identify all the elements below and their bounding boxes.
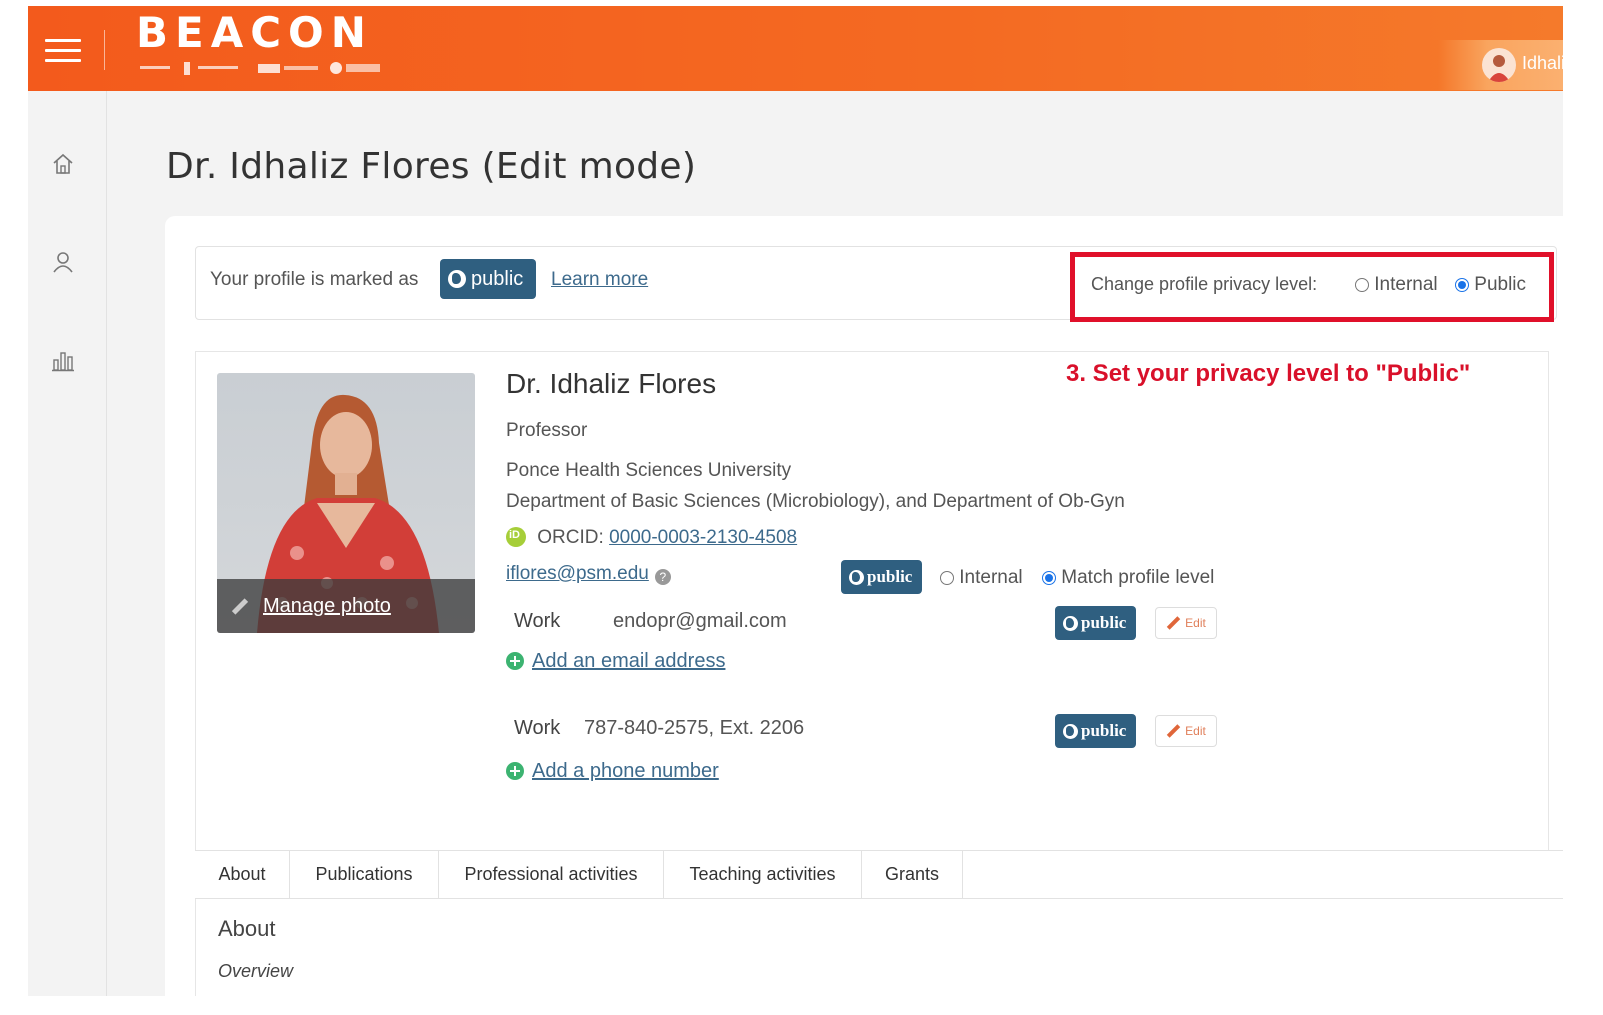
phone-work-label: Work — [514, 717, 561, 739]
user-icon[interactable] — [50, 249, 76, 275]
add-circle-icon — [506, 652, 524, 670]
email-work-badge-label: public — [1081, 613, 1127, 632]
profile-tabs: About Publications Professional activiti… — [195, 850, 1563, 899]
radio-public[interactable] — [1455, 278, 1469, 292]
privacy-badge: public — [440, 259, 536, 299]
edit-phone-label: Edit — [1185, 724, 1206, 738]
user-name: Idhaliz — [1522, 53, 1563, 73]
pencil-icon — [1166, 724, 1181, 738]
edit-phone-button[interactable]: Edit — [1155, 715, 1217, 747]
section-subtitle: Overview — [218, 961, 294, 981]
profile-title: Professor — [506, 420, 588, 441]
email-work-value: endopr@gmail.com — [613, 610, 787, 632]
avatar — [1482, 48, 1516, 82]
profile-institution: Ponce Health Sciences University — [506, 460, 792, 481]
add-phone-link[interactable]: Add a phone number — [532, 760, 719, 782]
add-email-row[interactable]: Add an email address — [506, 650, 725, 673]
beacon-logo[interactable]: BEACON — [136, 8, 373, 57]
privacy-option-public[interactable]: Public — [1455, 274, 1526, 296]
top-bar: BEACON Idhaliz — [28, 6, 1563, 91]
instruction-annotation: 3. Set your privacy level to "Public" — [1066, 360, 1471, 387]
left-sidebar — [28, 91, 107, 996]
add-email-link[interactable]: Add an email address — [532, 650, 725, 672]
primary-email-link[interactable]: iflores@psm.edu — [506, 563, 649, 584]
pencil-icon — [231, 597, 249, 615]
profile-department: Department of Basic Sciences (Microbiolo… — [506, 491, 1125, 512]
radio-email-match[interactable] — [1042, 571, 1056, 585]
profile-name: Dr. Idhaliz Flores — [506, 368, 717, 399]
hamburger-menu-icon[interactable] — [45, 39, 81, 63]
app-window: BEACON Idhaliz — [28, 6, 1563, 996]
add-circle-icon — [506, 762, 524, 780]
email-option-match[interactable]: Match profile level — [1042, 567, 1214, 589]
chart-icon[interactable] — [50, 347, 76, 373]
orcid-icon — [506, 527, 526, 547]
header-divider — [104, 30, 105, 70]
radio-email-match-label: Match profile level — [1061, 567, 1215, 588]
radio-internal[interactable] — [1355, 278, 1369, 292]
tab-about[interactable]: About — [195, 851, 290, 898]
phone-work-value: 787-840-2575, Ext. 2206 — [584, 717, 805, 739]
page-title: Dr. Idhaliz Flores (Edit mode) — [166, 146, 697, 187]
tab-teaching-activities[interactable]: Teaching activities — [664, 851, 862, 898]
globe-icon — [1063, 615, 1078, 631]
email-privacy-badge-label: public — [867, 567, 913, 586]
manage-photo-overlay[interactable]: Manage photo — [217, 579, 475, 633]
edit-email-label: Edit — [1185, 616, 1206, 630]
globe-icon — [849, 569, 864, 585]
user-menu[interactable]: Idhaliz — [1438, 40, 1563, 90]
globe-icon — [1063, 723, 1078, 739]
privacy-badge-label: public — [471, 267, 524, 290]
partner-logos-strip — [140, 62, 380, 75]
email-work-label: Work — [514, 610, 561, 632]
orcid-row: ORCID: 0000-0003-2130-4508 — [506, 527, 797, 549]
manage-photo-link[interactable]: Manage photo — [263, 595, 391, 618]
edit-email-button[interactable]: Edit — [1155, 607, 1217, 639]
globe-icon — [448, 270, 466, 288]
orcid-link[interactable]: 0000-0003-2130-4508 — [609, 527, 797, 548]
learn-more-link[interactable]: Learn more — [551, 269, 648, 291]
tab-publications[interactable]: Publications — [290, 851, 439, 898]
section-title: About — [218, 916, 276, 941]
orcid-label: ORCID: — [537, 527, 604, 548]
change-privacy-label: Change profile privacy level: — [1091, 274, 1318, 294]
phone-work-badge-label: public — [1081, 721, 1127, 740]
radio-internal-label: Internal — [1374, 274, 1438, 295]
privacy-status-text: Your profile is marked as — [210, 269, 419, 290]
radio-email-internal[interactable] — [940, 571, 954, 585]
tab-grants[interactable]: Grants — [862, 851, 963, 898]
add-phone-row[interactable]: Add a phone number — [506, 760, 719, 783]
pencil-icon — [1166, 616, 1181, 630]
primary-email-row: iflores@psm.edu? — [506, 563, 671, 585]
radio-email-internal-label: Internal — [959, 567, 1023, 588]
radio-public-label: Public — [1474, 274, 1527, 295]
help-icon[interactable]: ? — [654, 569, 671, 585]
home-icon[interactable] — [50, 151, 76, 177]
privacy-option-internal[interactable]: Internal — [1355, 274, 1438, 296]
email-privacy-badge[interactable]: public — [841, 560, 923, 594]
tab-professional-activities[interactable]: Professional activities — [439, 851, 664, 898]
phone-work-privacy-badge[interactable]: public — [1055, 714, 1137, 748]
email-work-privacy-badge[interactable]: public — [1055, 606, 1137, 640]
email-option-internal[interactable]: Internal — [940, 567, 1023, 589]
profile-photo[interactable]: Manage photo — [217, 373, 475, 633]
